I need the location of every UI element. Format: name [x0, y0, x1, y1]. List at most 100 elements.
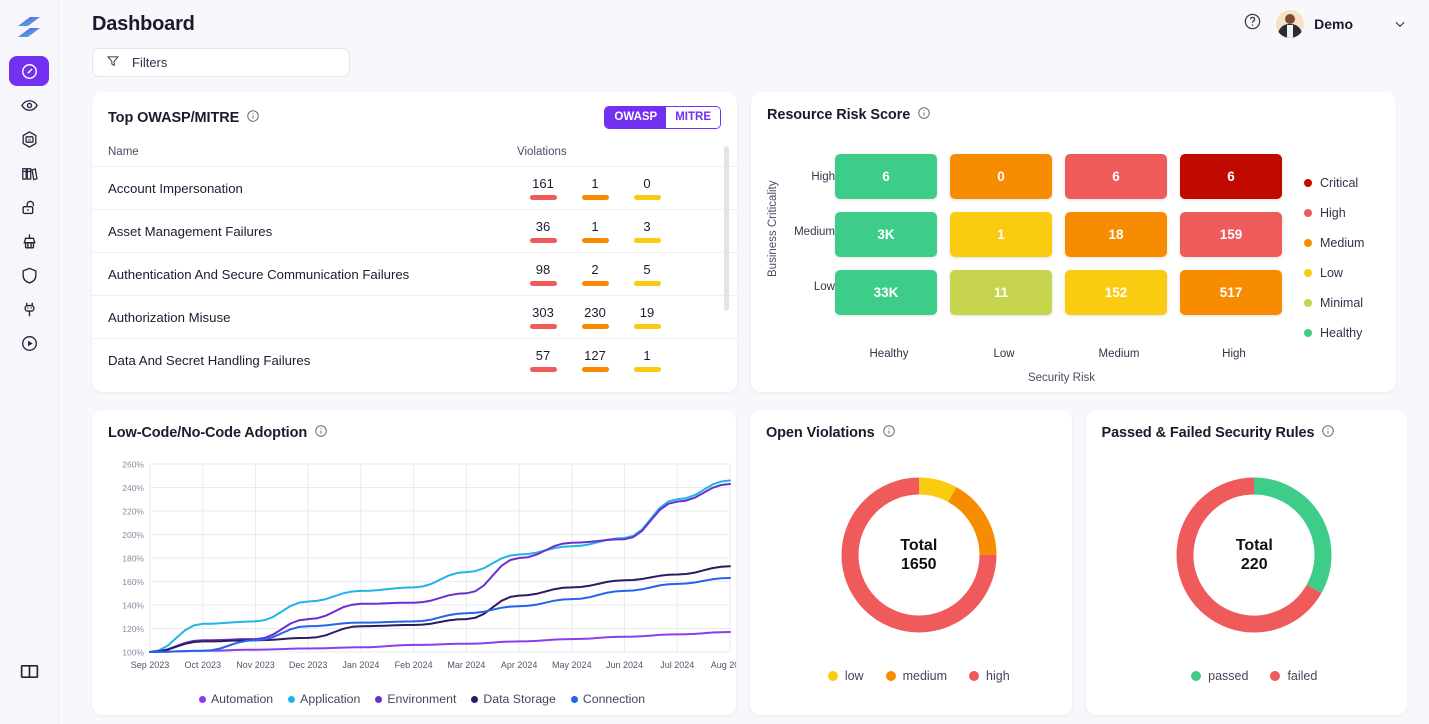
info-icon[interactable]	[246, 109, 260, 127]
help-circle-icon[interactable]	[1243, 12, 1262, 36]
legend-item[interactable]: Environment	[375, 692, 456, 706]
heatmap-cell[interactable]: 11	[950, 270, 1052, 315]
heatmap-cell[interactable]: 33K	[835, 270, 937, 315]
heatmap-body: Business Criticality High Medium Low 60663…	[767, 154, 1380, 340]
heatmap-cell[interactable]: 3K	[835, 212, 937, 257]
sidebar-item-connectors[interactable]	[9, 294, 49, 324]
line-chart-legend: Automation Application Environment Data Sto…	[108, 692, 736, 706]
owasp-table-scroll[interactable]: Name Violations Account Impersonation 161…	[92, 138, 737, 392]
legend-item[interactable]: Automation	[198, 692, 273, 706]
heatmap-cell[interactable]: 6	[1180, 154, 1282, 199]
x-tick-label: Dec 2023	[289, 660, 328, 670]
sidebar-item-visibility[interactable]	[9, 90, 49, 120]
donut-legend: passed failed	[1102, 669, 1408, 683]
sidebar-item-access[interactable]	[9, 192, 49, 222]
legend-item[interactable]: medium	[885, 669, 947, 683]
legend-dot	[1304, 209, 1312, 217]
sidebar-item-inventory[interactable]	[9, 158, 49, 188]
heatmap-cell[interactable]: 517	[1180, 270, 1282, 315]
legend-label: Environment	[387, 692, 457, 706]
legend-dot	[827, 671, 838, 681]
heatmap-cell[interactable]: 152	[1065, 270, 1167, 315]
chevron-down-icon[interactable]	[1367, 17, 1407, 31]
heatmap-cell[interactable]: 6	[835, 154, 937, 199]
violation-count: 98	[535, 262, 551, 278]
sidebar-item-docs[interactable]	[9, 656, 49, 686]
info-icon[interactable]	[1321, 424, 1335, 442]
legend-item[interactable]: Medium	[1304, 236, 1364, 250]
table-scrollbar[interactable]	[724, 146, 729, 311]
legend-label: passed	[1208, 669, 1249, 683]
legend-label: Critical	[1320, 176, 1359, 190]
sidebar-item-security[interactable]	[9, 260, 49, 290]
heatmap-cell[interactable]: 6	[1065, 154, 1167, 199]
filters-button[interactable]: Filters	[92, 48, 350, 77]
x-tick-label: Oct 2023	[184, 660, 221, 670]
card-top-owasp-mitre: Top OWASP/MITRE OWASP MITRE Name Violati…	[92, 92, 737, 392]
heatmap-cell[interactable]: 0	[950, 154, 1052, 199]
legend-item[interactable]: Minimal	[1304, 296, 1364, 310]
toggle-owasp[interactable]: OWASP	[605, 107, 667, 128]
violation-count: 161	[532, 176, 554, 192]
sidebar-item-ai[interactable]: AI	[9, 124, 49, 154]
user-menu[interactable]: Demo	[1276, 10, 1353, 38]
legend-item[interactable]: low	[827, 669, 864, 683]
card-open-violations: Open Violations Total 1650 low medium hi…	[750, 410, 1072, 715]
legend-item[interactable]: Low	[1304, 266, 1364, 280]
heatmap-x-ticks: Healthy Low Medium High	[838, 348, 1380, 360]
y-tick-label: 260%	[122, 460, 144, 470]
table-row[interactable]: Authentication And Secure Communication …	[92, 252, 737, 295]
violation-bar	[529, 367, 557, 372]
legend-item[interactable]: passed	[1191, 669, 1248, 683]
info-icon[interactable]	[917, 106, 931, 124]
legend-item[interactable]: Connection	[570, 692, 645, 706]
row-name: Asset Management Failures	[108, 223, 273, 239]
violation-bar	[529, 281, 557, 286]
legend-item[interactable]: failed	[1270, 669, 1317, 683]
sidebar-item-automations[interactable]	[9, 328, 49, 358]
violation-bar	[581, 238, 609, 243]
legend-item[interactable]: Healthy	[1304, 326, 1364, 340]
violation-cell: 161	[517, 176, 569, 200]
y-tick-label: 140%	[122, 601, 144, 611]
donut-segment[interactable]	[918, 477, 957, 502]
heatmap-x-axis-label: Security Risk	[1027, 372, 1096, 384]
line-chart: 100% 120% 140% 160% 180% 200% 220% 240% 260% Sep …	[108, 456, 736, 686]
heatmap-cell[interactable]: 1	[950, 212, 1052, 257]
x-tick-label: Aug 2024	[711, 660, 736, 670]
table-row[interactable]: Asset Management Failures 36 1 3	[92, 209, 737, 252]
heatmap-grid: 6 0 6 6 3K 1 18 159 33K 11 152 517	[835, 154, 1282, 340]
legend-item[interactable]: Data Storage	[471, 692, 556, 706]
owasp-header: Top OWASP/MITRE OWASP MITRE	[92, 106, 737, 129]
violation-cell: 57	[517, 348, 569, 372]
owasp-mitre-toggle[interactable]: OWASP MITRE	[604, 106, 721, 129]
legend-item[interactable]: High	[1304, 206, 1364, 220]
legend-label: high	[986, 669, 1010, 683]
donut-segment[interactable]	[947, 486, 997, 555]
info-icon[interactable]	[314, 424, 328, 442]
top-bar-right: Demo	[1243, 10, 1407, 38]
table-row[interactable]: Account Impersonation 161 1 0	[92, 166, 737, 209]
sidebar-item-remediation[interactable]	[9, 226, 49, 256]
heatmap-cell[interactable]: 159	[1180, 212, 1282, 257]
heatmap-x-tick: Healthy	[869, 348, 909, 360]
toggle-mitre[interactable]: MITRE	[666, 107, 720, 128]
legend-label: low	[844, 669, 864, 683]
x-tick-label: May 2024	[552, 660, 592, 670]
logo-icon[interactable]	[12, 10, 46, 44]
info-icon[interactable]	[882, 424, 896, 442]
legend-item[interactable]: high	[969, 669, 1010, 683]
violation-count: 303	[532, 305, 554, 321]
donut-center-label: Total	[900, 536, 938, 554]
legend-item[interactable]: Application	[288, 692, 360, 706]
sidebar-item-dashboard[interactable]	[9, 56, 49, 86]
legend-item[interactable]: Critical	[1304, 176, 1364, 190]
legend-dot	[288, 695, 296, 703]
table-row[interactable]: Data And Secret Handling Failures 57 127 1	[92, 338, 737, 381]
card-title: Resource Risk Score	[767, 106, 1380, 124]
table-row[interactable]: Authorization Misuse 303 230 19	[92, 295, 737, 338]
legend-dot	[1191, 671, 1202, 681]
legend-dot	[471, 695, 479, 703]
heatmap-cell[interactable]: 18	[1065, 212, 1167, 257]
violation-bar	[633, 238, 661, 243]
